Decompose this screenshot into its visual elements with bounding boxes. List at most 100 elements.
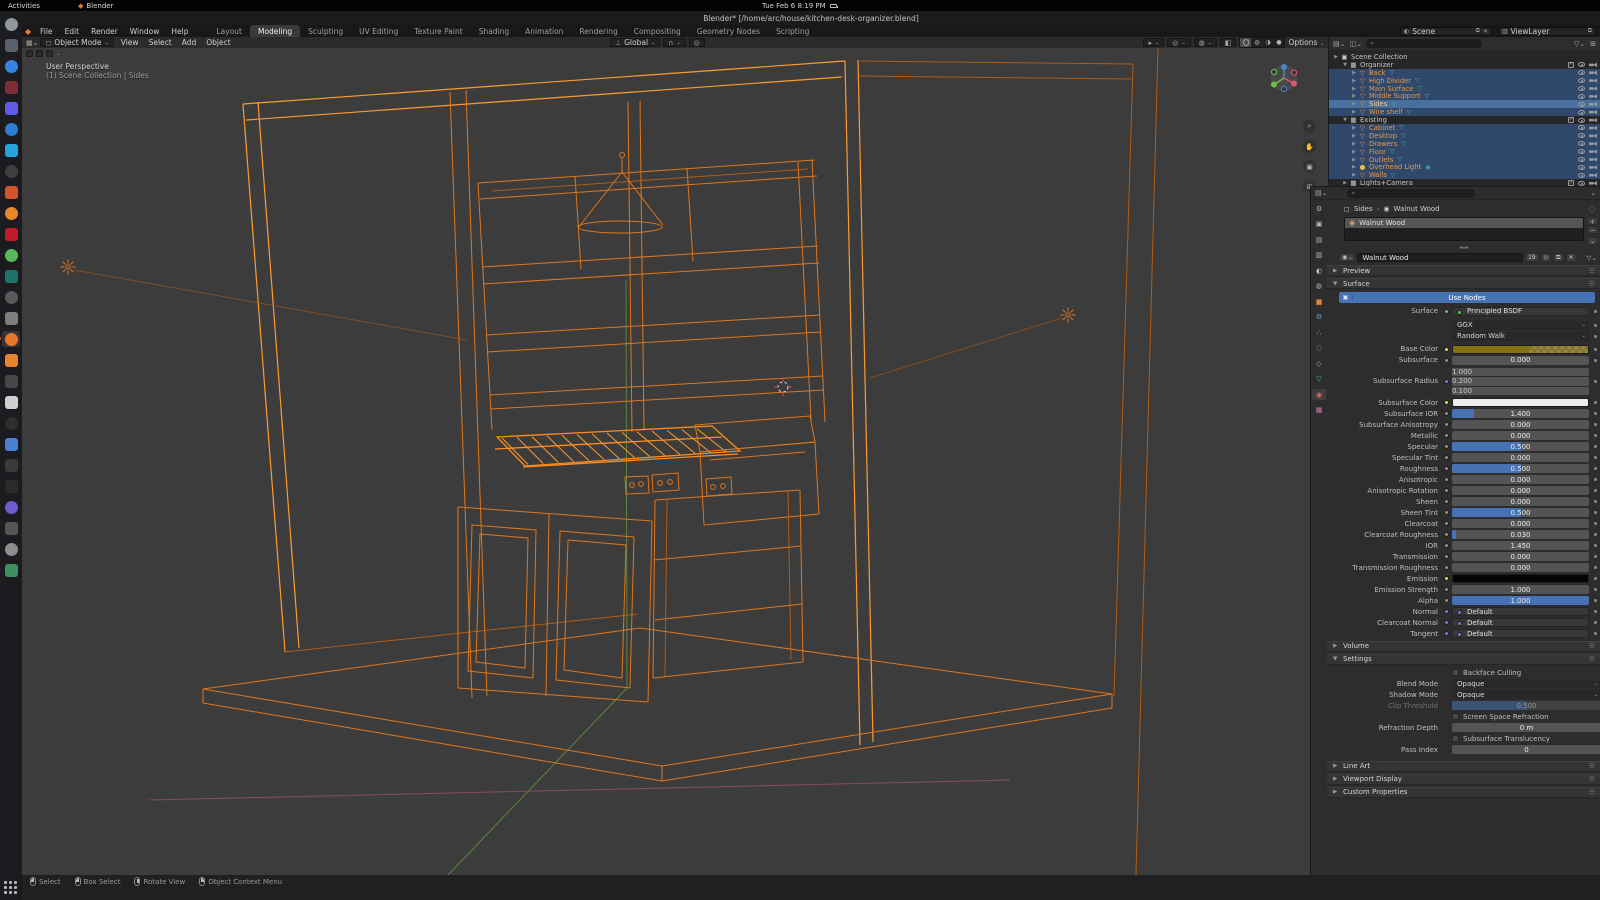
mode-selector[interactable]: ◻ Object Mode ⌄ <box>40 38 113 47</box>
dock-app-15[interactable] <box>2 310 20 326</box>
expand-icon[interactable]: ▶ <box>1350 149 1358 155</box>
decorator-dot[interactable] <box>1589 380 1600 383</box>
breadcrumb-material[interactable]: Walnut Wood <box>1394 205 1440 213</box>
menu-render[interactable]: Render <box>85 27 124 36</box>
checkbox-icon[interactable] <box>1452 735 1459 742</box>
material-slot-list[interactable]: ◉Walnut Wood <box>1344 217 1584 241</box>
decorator-dot[interactable] <box>1589 544 1600 547</box>
expand-icon[interactable]: ▶ <box>1350 164 1358 170</box>
dock-app-23[interactable] <box>2 478 20 494</box>
proportional-editing-toggle[interactable]: ◎ <box>689 38 705 47</box>
prop-row-emission-strength[interactable]: Emission Strength1.000 <box>1327 585 1600 595</box>
prop-row-normal[interactable]: NormalDefault <box>1327 607 1600 617</box>
panel-settings[interactable]: ▼Settings☰ <box>1327 654 1600 665</box>
editor-type-icon[interactable]: ▦⌄ <box>26 39 38 47</box>
workspace-tab-modeling[interactable]: Modeling <box>250 25 300 37</box>
dock-app-12[interactable] <box>2 247 20 263</box>
dock-app-8[interactable] <box>2 163 20 179</box>
expand-icon[interactable]: ▶ <box>1350 78 1358 84</box>
prop-row-transmission-roughness[interactable]: Transmission Roughness0.000 <box>1327 563 1600 573</box>
outliner-row-outlets[interactable]: ▶▽Outlets▽ <box>1329 156 1600 164</box>
prop-row-subsurface-ior[interactable]: Subsurface IOR1.400 <box>1327 409 1600 419</box>
dock-app-17[interactable] <box>2 352 20 368</box>
focused-app-indicator[interactable]: ◆ Blender <box>78 2 114 10</box>
vector-component[interactable]: 1.000 <box>1452 368 1589 377</box>
prop-row-alpha[interactable]: Alpha1.000 <box>1327 596 1600 606</box>
dropdown-opaque[interactable]: Opaque⌄ <box>1452 679 1600 688</box>
tool-option-icon[interactable] <box>46 50 53 57</box>
material-browse-button[interactable]: ◉⌄ <box>1339 253 1355 262</box>
workspace-tab-shading[interactable]: Shading <box>471 25 517 37</box>
outliner-row-floor[interactable]: ▶▽Floor▽ <box>1329 148 1600 156</box>
menu-window[interactable]: Window <box>124 27 166 36</box>
color-swatch[interactable] <box>1452 574 1589 583</box>
value-field[interactable]: 0 m <box>1452 723 1600 732</box>
prop-row-roughness[interactable]: Roughness0.500 <box>1327 464 1600 474</box>
button-default[interactable]: Default <box>1452 629 1589 638</box>
tool-option-icon[interactable] <box>26 50 33 57</box>
decorator-dot[interactable] <box>1589 577 1600 580</box>
show-applications-button[interactable] <box>4 881 17 894</box>
hide-in-viewport-icon[interactable] <box>1578 118 1585 123</box>
expand-icon[interactable]: ▶ <box>1332 54 1340 60</box>
slider-field[interactable]: 0.500 <box>1452 442 1589 451</box>
material-name-field[interactable]: Walnut Wood <box>1357 253 1523 262</box>
pin-icon[interactable]: ◌ <box>1589 205 1595 213</box>
prop-row-clearcoat-roughness[interactable]: Clearcoat Roughness0.030 <box>1327 530 1600 540</box>
expand-icon[interactable]: ▶ <box>1350 109 1358 115</box>
outliner-row-sides[interactable]: ▶▽Sides▽ <box>1329 100 1600 108</box>
dock-app-18[interactable] <box>2 373 20 389</box>
decorator-dot[interactable] <box>1589 588 1600 591</box>
dock-app-blender[interactable] <box>2 331 20 347</box>
dropdown-random-walk[interactable]: Random Walk⌄ <box>1452 332 1589 341</box>
prop-row-tangent[interactable]: TangentDefault <box>1327 629 1600 639</box>
button-default[interactable]: Default <box>1452 618 1589 627</box>
hide-in-viewport-icon[interactable] <box>1578 110 1585 115</box>
disable-in-render-icon[interactable] <box>1589 149 1597 154</box>
prop-row-specular[interactable]: Specular0.500 <box>1327 442 1600 452</box>
hide-in-viewport-icon[interactable] <box>1578 173 1585 178</box>
prop-row-backface-culling[interactable]: Backface Culling <box>1327 668 1600 678</box>
outliner-row-organizer[interactable]: ▼▦Organizer <box>1329 61 1600 69</box>
slot-specials-button[interactable]: ⌄ <box>1587 237 1598 245</box>
dock-app-11[interactable] <box>2 226 20 242</box>
decorator-dot[interactable] <box>1589 335 1600 338</box>
disable-in-render-icon[interactable] <box>1589 62 1597 67</box>
disable-in-render-icon[interactable] <box>1589 165 1597 170</box>
outliner-row-cabinet[interactable]: ▶▽Cabinet▽ <box>1329 124 1600 132</box>
slider-field[interactable]: 1.400 <box>1452 409 1589 418</box>
viewport-menu-object[interactable]: Object <box>201 38 235 47</box>
hide-in-viewport-icon[interactable] <box>1578 62 1585 67</box>
slider-field[interactable]: 0.000 <box>1452 453 1589 462</box>
disable-in-render-icon[interactable] <box>1589 102 1597 107</box>
scene-unlink-icon[interactable]: ✕ <box>1483 28 1488 35</box>
dock-app-2[interactable] <box>2 37 20 53</box>
workspace-tab-compositing[interactable]: Compositing <box>626 25 689 37</box>
disable-in-render-icon[interactable] <box>1589 157 1597 162</box>
prop-row-shadow-mode[interactable]: Shadow ModeOpaque⌄ <box>1327 690 1600 700</box>
properties-tab-render[interactable]: ▣ <box>1312 219 1326 230</box>
window-titlebar[interactable]: Blender* [/home/arc/house/kitchen-desk-o… <box>22 11 1600 25</box>
decorator-dot[interactable] <box>1589 511 1600 514</box>
prop-row-pass-index[interactable]: Pass Index0 <box>1327 745 1600 755</box>
decorator-dot[interactable] <box>1589 401 1600 404</box>
properties-tab-output[interactable]: ▤ <box>1312 234 1326 245</box>
viewport-menu-add[interactable]: Add <box>177 38 202 47</box>
dock-app-26[interactable] <box>2 541 20 557</box>
view-layer-selector[interactable]: ▥ ViewLayer ⧉ <box>1498 27 1596 36</box>
properties-tab-particles[interactable]: ∴ <box>1312 327 1326 338</box>
exclude-checkbox[interactable] <box>1568 62 1574 68</box>
button-default[interactable]: Default <box>1452 607 1589 616</box>
prop-row-base-color[interactable]: Base Color <box>1327 344 1600 354</box>
dock-app-13[interactable] <box>2 268 20 284</box>
slider-field[interactable]: 0.500 <box>1452 701 1600 710</box>
expand-icon[interactable]: ▶ <box>1350 133 1358 139</box>
outliner-search-input[interactable]: ⌕ <box>1366 39 1482 48</box>
prop-row-refraction-depth[interactable]: Refraction Depth0 m <box>1327 723 1600 733</box>
disable-in-render-icon[interactable] <box>1589 94 1597 99</box>
value-field[interactable]: 1.450 <box>1452 541 1589 550</box>
dock-app-14[interactable] <box>2 289 20 305</box>
overlays-dropdown[interactable]: ◍⌄ <box>1194 38 1217 47</box>
color-swatch-alpha[interactable] <box>1452 345 1589 354</box>
viewport-menu-select[interactable]: Select <box>144 38 177 47</box>
